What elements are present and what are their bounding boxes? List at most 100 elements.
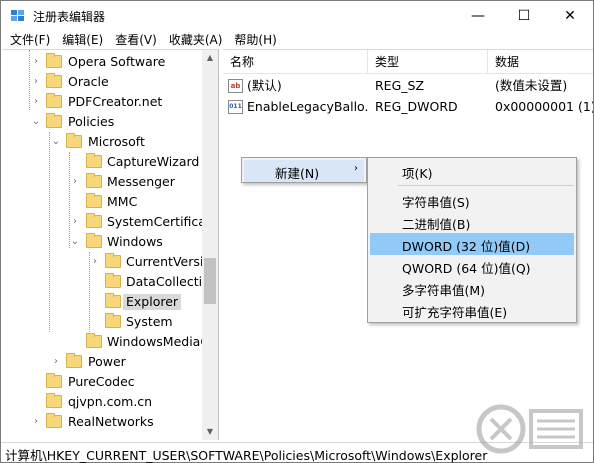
menu-view[interactable]: 查看(V): [109, 31, 163, 49]
tree-item[interactable]: › Power: [2, 352, 202, 372]
tree-item-label: CurrentVersio: [126, 254, 211, 269]
folder-icon: [66, 353, 82, 368]
tree-item[interactable]: CaptureWizard: [2, 152, 202, 172]
collapse-arrow-icon[interactable]: ⌄: [30, 115, 42, 129]
menu-item-key[interactable]: 项(K): [370, 160, 574, 182]
column-header-data[interactable]: 数据: [488, 50, 593, 74]
folder-icon: [46, 53, 62, 68]
menu-item-label: 新建(N): [275, 166, 320, 181]
folder-icon: [86, 193, 102, 208]
tree-item[interactable]: ⌄ Policies: [2, 112, 202, 132]
menu-help[interactable]: 帮助(H): [228, 31, 282, 49]
scroll-thumb[interactable]: [204, 258, 216, 304]
folder-icon: [105, 253, 121, 268]
context-menu: 新建(N) ›: [241, 157, 367, 183]
folder-icon: [86, 153, 102, 168]
tree-item[interactable]: › Opera Software: [2, 52, 202, 72]
menu-item-qword-value[interactable]: QWORD (64 位)值(Q): [370, 255, 574, 277]
folder-icon: [46, 413, 62, 428]
tree-item[interactable]: › Messenger: [2, 172, 202, 192]
scroll-up-icon[interactable]: ▲: [202, 50, 218, 66]
expand-arrow-icon[interactable]: ›: [69, 175, 81, 189]
tree-item[interactable]: › SystemCertificate: [2, 212, 218, 232]
expand-arrow-icon[interactable]: ›: [30, 95, 42, 109]
tree-item-label: RealNetworks: [68, 414, 154, 429]
close-button[interactable]: ✕: [547, 1, 593, 31]
folder-icon: [86, 333, 102, 348]
menu-item-new[interactable]: 新建(N) ›: [244, 160, 364, 182]
menu-item-dword-value[interactable]: DWORD (32 位)值(D): [370, 233, 574, 255]
tree-item[interactable]: ⌄ Windows: [2, 232, 202, 252]
list-header: 名称 类型 数据: [223, 50, 593, 74]
value-type: REG_DWORD: [375, 99, 458, 114]
expand-arrow-icon[interactable]: ›: [30, 415, 42, 429]
tree-item-label: Messenger: [107, 174, 175, 189]
menu-file[interactable]: 文件(F): [1, 31, 56, 49]
tree-item-label: Explorer: [123, 294, 182, 310]
tree-item[interactable]: › PDFCreator.net: [2, 92, 202, 112]
value-name: (默认): [247, 78, 282, 93]
expand-arrow-icon[interactable]: ›: [30, 55, 42, 69]
tree-item-selected[interactable]: Explorer: [2, 292, 202, 312]
minimize-button[interactable]: —: [455, 1, 501, 31]
tree-item-label: PureCodec: [68, 374, 135, 389]
value-type: REG_SZ: [375, 78, 425, 93]
expand-arrow-icon[interactable]: ›: [89, 255, 101, 269]
menu-item-label: 可扩充字符串值(E): [402, 305, 508, 320]
collapse-arrow-icon[interactable]: ⌄: [50, 135, 62, 149]
column-header-name[interactable]: 名称: [223, 50, 368, 74]
folder-icon: [105, 273, 121, 288]
tree-item[interactable]: System: [2, 312, 202, 332]
maximize-button[interactable]: ☐: [501, 1, 547, 31]
menu-bar: 文件(F) 编辑(E) 查看(V) 收藏夹(A) 帮助(H): [1, 31, 593, 49]
registry-editor-icon: [11, 10, 24, 21]
expand-arrow-icon[interactable]: ›: [50, 355, 62, 369]
folder-icon: [105, 313, 121, 328]
menu-item-label: 二进制值(B): [402, 217, 471, 232]
menu-item-multi-string-value[interactable]: 多字符串值(M): [370, 277, 574, 299]
folder-icon: [46, 393, 62, 408]
menu-item-string-value[interactable]: 字符串值(S): [370, 189, 574, 211]
tree-item-label: qjvpn.com.cn: [68, 394, 153, 409]
tree-item[interactable]: qjvpn.com.cn: [2, 392, 202, 412]
value-row[interactable]: 011 EnableLegacyBallo... REG_DWORD 0x000…: [223, 97, 593, 117]
folder-icon: [46, 113, 62, 128]
submenu-arrow-icon: ›: [354, 163, 358, 174]
menu-item-binary-value[interactable]: 二进制值(B): [370, 211, 574, 233]
menu-item-label: 字符串值(S): [402, 195, 470, 210]
tree-item-label: DataCollectio: [126, 274, 210, 289]
scroll-down-icon[interactable]: ▼: [202, 424, 218, 440]
binary-value-icon: 011: [228, 100, 243, 114]
collapse-arrow-icon[interactable]: ⌄: [69, 235, 81, 249]
tree-item-label: CaptureWizard: [107, 154, 200, 169]
expand-arrow-icon[interactable]: ›: [30, 75, 42, 89]
menu-item-label: 多字符串值(M): [402, 283, 486, 298]
expand-arrow-icon[interactable]: ›: [69, 215, 81, 229]
tree-scrollbar[interactable]: ▲ ▼: [202, 50, 218, 440]
menu-separator: [398, 185, 574, 186]
tree-item-label: Opera Software: [68, 54, 166, 69]
tree-item[interactable]: DataCollectio: [2, 272, 210, 292]
menu-favorites[interactable]: 收藏夹(A): [163, 31, 229, 49]
tree-item-label: System: [126, 314, 173, 329]
folder-icon: [66, 133, 82, 148]
tree-item-label: WindowsMediaC: [107, 334, 210, 349]
window-title: 注册表编辑器: [33, 10, 106, 24]
tree-item[interactable]: ⌄ Microsoft: [2, 132, 202, 152]
tree-item[interactable]: MMC: [2, 192, 202, 212]
tree-item[interactable]: › Oracle: [2, 72, 202, 92]
column-header-type[interactable]: 类型: [368, 50, 488, 74]
status-bar: 计算机\HKEY_CURRENT_USER\SOFTWARE\Policies\…: [1, 442, 593, 463]
tree-item[interactable]: PureCodec: [2, 372, 202, 392]
menu-edit[interactable]: 编辑(E): [56, 31, 109, 49]
key-tree-pane[interactable]: › Opera Software › Oracle › PDFCreator.n…: [2, 49, 219, 440]
value-row[interactable]: ab (默认) REG_SZ (数值未设置): [223, 76, 593, 96]
menu-item-expandable-string-value[interactable]: 可扩充字符串值(E): [370, 299, 574, 321]
value-name: EnableLegacyBallo...: [247, 99, 369, 114]
tree-item[interactable]: WindowsMediaC: [2, 332, 209, 352]
tree-item-label: Oracle: [68, 74, 109, 89]
registry-editor-window: 注册表编辑器 — ☐ ✕ 文件(F) 编辑(E) 查看(V) 收藏夹(A) 帮助…: [0, 0, 594, 463]
tree-item[interactable]: › RealNetworks: [2, 412, 202, 432]
folder-icon: [105, 293, 121, 308]
tree-item[interactable]: › CurrentVersio: [2, 252, 211, 272]
